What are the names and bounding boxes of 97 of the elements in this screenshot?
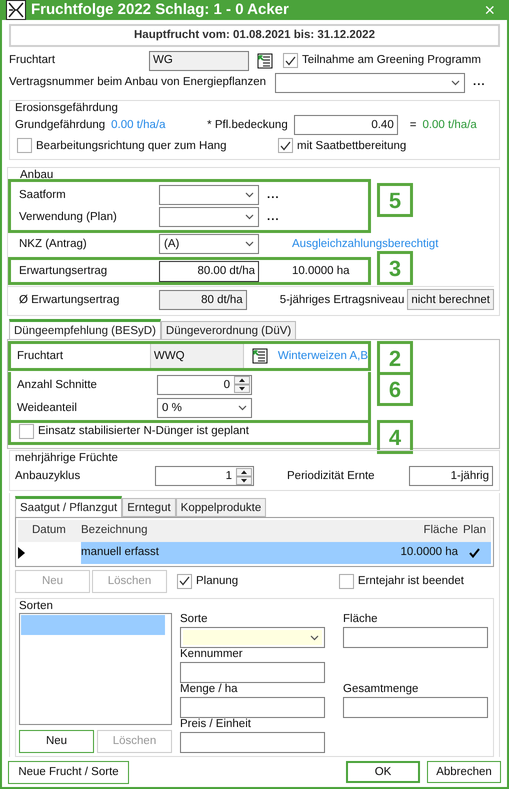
callout-number: 4 xyxy=(377,420,413,454)
column-header[interactable]: Fläche xyxy=(423,523,458,538)
text-field[interactable]: 80.00 dt/ha xyxy=(159,260,259,282)
text-field[interactable] xyxy=(343,627,488,648)
select-field[interactable]: (A) xyxy=(159,234,259,254)
spinner-arrows-icon xyxy=(236,468,252,485)
column-header[interactable]: Bezeichnung xyxy=(81,523,424,538)
text-field[interactable] xyxy=(180,732,325,753)
checkbox[interactable] xyxy=(19,424,34,439)
field-label: Verwendung (Plan) xyxy=(19,210,118,224)
table-row[interactable]: manuell erfasst 10.0000 ha xyxy=(18,542,491,564)
text-field[interactable] xyxy=(180,697,325,718)
tab[interactable]: Erntegut xyxy=(122,498,176,517)
checkbox[interactable] xyxy=(278,138,293,154)
spinner-arrows-icon xyxy=(234,376,250,394)
checkmark-icon xyxy=(285,56,296,66)
field-label: Periodizität Ernte xyxy=(287,468,376,484)
select-value: (A) xyxy=(164,237,180,252)
group-title: Erosionsgefährdung xyxy=(15,100,118,114)
select-field[interactable] xyxy=(180,627,325,648)
select-field[interactable] xyxy=(275,72,465,92)
field-label: 5-jähriges Ertragsniveau xyxy=(280,292,404,307)
dialog-button[interactable]: OK xyxy=(346,761,420,783)
column-header[interactable]: Plan xyxy=(458,523,491,538)
value-text: 10.0000 ha xyxy=(292,264,350,278)
checkbox-label[interactable]: Erntejahr ist beendet xyxy=(358,574,464,588)
select-value: 0 % xyxy=(162,400,182,415)
field-label: Anbauzyklus xyxy=(15,468,82,484)
checkbox-label[interactable]: Planung xyxy=(196,574,238,588)
checkmark-icon xyxy=(469,548,480,558)
row-pointer-icon xyxy=(18,546,25,559)
field-label: Erwartungsertrag xyxy=(19,264,108,278)
field-label: Preis / Einheit xyxy=(180,717,252,732)
list-box[interactable] xyxy=(19,613,172,725)
checkmark-icon xyxy=(179,576,190,586)
field-label: Sorte xyxy=(180,612,208,627)
tab[interactable]: Düngeempfehlung (BESyD) xyxy=(9,319,161,340)
text-field[interactable]: 0.40 xyxy=(294,115,398,136)
checkbox[interactable] xyxy=(177,574,192,589)
chevron-down-icon xyxy=(310,634,319,640)
callout-number: 3 xyxy=(377,251,413,286)
field-label: Ø Erwartungsertrag xyxy=(19,292,120,307)
checkmark-icon xyxy=(280,140,291,151)
header-text: Hauptfrucht vom: 01.08.2021 bis: 31.12.2022 xyxy=(9,24,500,46)
column-header[interactable]: Datum xyxy=(18,523,81,538)
chevron-down-icon xyxy=(245,192,254,198)
checkbox-label[interactable]: Bearbeitungsrichtung quer zum Hang xyxy=(36,138,227,154)
text-field[interactable] xyxy=(343,697,488,718)
select-field[interactable]: 0 % xyxy=(157,398,252,418)
callout-number: 5 xyxy=(377,183,413,218)
chevron-down-icon xyxy=(245,241,254,248)
tab[interactable]: Saatgut / Pflanzgut xyxy=(15,496,122,517)
field-label: Saatform xyxy=(19,188,67,202)
field-label: * Pfl.bedeckung xyxy=(207,118,288,133)
field-label: Menge / ha xyxy=(180,682,239,697)
tab[interactable]: Düngeverordnung (DüV) xyxy=(160,321,296,340)
field-label: Fruchtart xyxy=(17,349,64,364)
field-label: Grundgefährdung xyxy=(15,118,106,133)
more-button[interactable]: ... xyxy=(267,188,280,202)
select-field[interactable] xyxy=(159,207,259,228)
field-label: Fruchtart xyxy=(9,53,56,68)
group-title: mehrjährige Früchte xyxy=(15,451,118,466)
tab[interactable]: Koppelprodukte xyxy=(176,498,266,517)
more-button[interactable]: ... xyxy=(267,210,280,224)
window-title: Fruchtfolge 2022 Schlag: 1 - 0 Acker xyxy=(31,0,289,20)
chevron-down-icon xyxy=(238,404,247,411)
more-button[interactable]: ... xyxy=(473,75,486,90)
field-label: NKZ (Antrag) xyxy=(19,237,88,252)
checkbox[interactable] xyxy=(283,53,298,68)
checkbox[interactable] xyxy=(338,574,354,589)
spin-field[interactable]: 0 xyxy=(157,374,252,395)
field-label: Gesamtmenge xyxy=(343,682,420,697)
checkbox-label[interactable]: Einsatz stabilisierter N-Dünger ist geplant xyxy=(38,424,249,438)
field-label: Weideanteil xyxy=(17,400,78,415)
equals-sign: = xyxy=(410,118,416,133)
text-field[interactable] xyxy=(180,662,325,683)
field-label: Fläche xyxy=(343,612,379,627)
dialog-button[interactable]: Abbrechen xyxy=(427,761,501,783)
callout-number: 6 xyxy=(377,372,413,406)
select-field[interactable] xyxy=(159,185,259,206)
table-cell-text: manuell erfasst xyxy=(81,545,160,560)
spin-field[interactable]: 1 xyxy=(155,466,254,486)
value-text: 0.00 t/ha/a xyxy=(422,118,477,133)
checkbox[interactable] xyxy=(17,138,32,154)
field-label: Anzahl Schnitte xyxy=(17,378,98,392)
text-field[interactable]: WG xyxy=(149,50,249,70)
action-button[interactable]: Neue Frucht / Sorte xyxy=(8,760,129,784)
status-button[interactable]: nicht berechnet xyxy=(407,289,494,310)
chevron-down-icon xyxy=(451,80,460,86)
checkbox-label[interactable]: mit Saatbettbereitung xyxy=(297,138,406,154)
table-cell: 10.0000 ha xyxy=(400,545,458,560)
field-label: Vertragsnummer beim Anbau von Energiepflanzen xyxy=(9,75,267,90)
value-text: 0.00 t/ha/a xyxy=(111,118,167,133)
action-button[interactable]: Neu xyxy=(19,730,94,753)
chevron-down-icon xyxy=(245,214,254,220)
checkbox-label[interactable]: Teilnahme am Greening Programm xyxy=(302,53,481,68)
field-label: Kennummer xyxy=(180,647,244,662)
